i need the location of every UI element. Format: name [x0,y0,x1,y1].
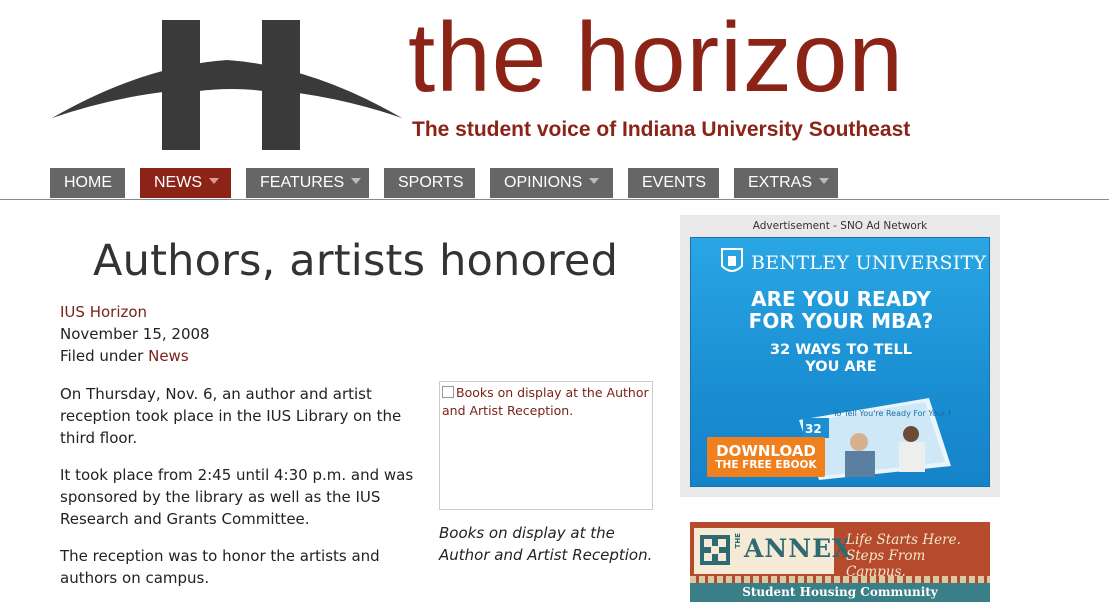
horizon-logo-icon[interactable] [52,18,402,153]
nav-item-home[interactable]: HOME [50,168,125,198]
bentley-ad-banner[interactable]: BENTLEY UNIVERSITY ARE YOU READY FOR YOU… [690,237,990,487]
ad-label: Advertisement - SNO Ad Network [752,220,928,232]
author-link[interactable]: IUS Horizon [60,303,147,321]
annex-logo-the: THE [734,533,742,549]
ebook-title: To Tell You're Ready For Your MBA [832,409,951,418]
nav-item-label: HOME [64,174,112,191]
chevron-down-icon [209,177,219,184]
ad-sub-line: 32 WAYS TO TELL [770,342,912,358]
nav-item-sports[interactable]: SPORTS [384,168,475,198]
button-sublabel: THE FREE EBOOK [715,459,817,471]
broken-image-icon [442,386,454,398]
image-alt-label: Books on display at the Author and Artis… [442,385,649,418]
ad-sub-line: YOU ARE [805,359,877,375]
nav-item-label: SPORTS [398,174,464,191]
chevron-down-icon [351,177,362,184]
button-label: DOWNLOAD [716,442,816,460]
nav-item-features[interactable]: FEATURES [246,168,369,198]
article-author: IUS Horizon [60,303,147,321]
filed-under-label: Filed under [60,347,144,365]
article-paragraph: The reception was to honor the artists a… [60,547,380,587]
ad-headline-line: FOR YOUR MBA? [748,309,934,333]
article-paragraph: On Thursday, Nov. 6, an author and artis… [60,385,402,447]
annex-bottom-text: Student Housing Community [742,585,938,599]
crest-icon [721,248,743,272]
nav-item-label: FEATURES [260,174,345,191]
site-tagline: The student voice of Indiana University … [412,118,911,141]
ebook-number: 32 [805,422,822,436]
nav-item-extras[interactable]: EXTRAS [734,168,838,198]
annex-ad-banner[interactable]: THE ANNEX Life Starts Here. Steps From C… [690,522,990,602]
ad-headline: ARE YOU READY FOR YOUR MBA? [691,287,989,333]
download-ebook-button[interactable]: DOWNLOAD THE FREE EBOOK [707,437,825,477]
article-paragraph: It took place from 2:45 until 4:30 p.m. … [60,466,414,528]
site-title[interactable]: the horizon [408,8,904,106]
nav-item-label: OPINIONS [504,174,583,191]
ad-headline-line: ARE YOU READY [751,287,931,311]
annex-logo: THE ANNEX [694,528,852,574]
image-alt-text: Books on display at the Author and Artis… [440,382,652,420]
article-date: November 15, 2008 [60,325,210,343]
chevron-down-icon [819,177,830,184]
ad-brand: BENTLEY UNIVERSITY [751,252,987,274]
annex-logo-name: ANNEX [744,534,853,563]
annex-bottom-bar: Student Housing Community [690,583,990,602]
nav-item-label: EXTRAS [748,174,813,191]
chevron-down-icon [589,177,600,184]
main-nav: HOME NEWS FEATURES SPORTS OPINIONS EVENT… [0,168,1109,200]
decorative-stripe [690,576,990,583]
nav-item-events[interactable]: EVENTS [628,168,719,198]
advertisement-widget: Advertisement - SNO Ad Network BENTLEY U… [680,215,1000,497]
nav-item-label: NEWS [154,174,202,191]
article-category: Filed under News [60,347,189,365]
nav-item-opinions[interactable]: OPINIONS [490,168,613,198]
slogan-line: Life Starts Here. [846,532,961,548]
category-link[interactable]: News [148,347,189,365]
nav-item-news[interactable]: NEWS [140,168,231,198]
image-caption: Books on display at the Author and Artis… [439,524,653,564]
annex-slogan: Life Starts Here. Steps From Campus. [846,532,986,580]
nav-item-label: EVENTS [642,174,707,191]
ad-subheadline: 32 WAYS TO TELL YOU ARE [691,342,989,376]
article-image[interactable]: Books on display at the Author and Artis… [439,381,653,510]
article-headline: Authors, artists honored [93,236,619,286]
annex-logo-icon [700,535,730,565]
